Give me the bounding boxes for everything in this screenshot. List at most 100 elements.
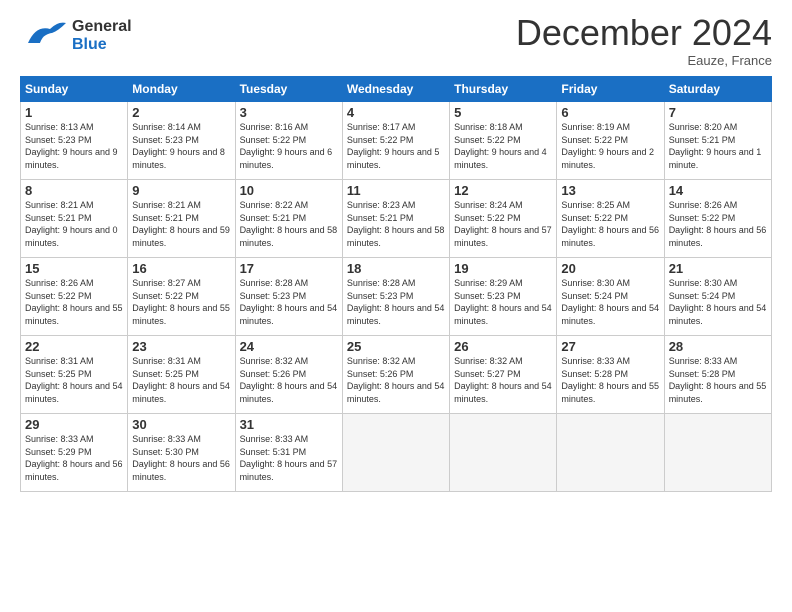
logo-general-text: General [72,18,132,36]
day-number: 14 [669,183,767,198]
day-16: 16 Sunrise: 8:27 AM Sunset: 5:22 PM Dayl… [128,258,235,336]
day-info: Sunrise: 8:13 AM Sunset: 5:23 PM Dayligh… [25,121,123,171]
weekday-header-row: Sunday Monday Tuesday Wednesday Thursday… [21,77,772,102]
day-info: Sunrise: 8:32 AM Sunset: 5:27 PM Dayligh… [454,355,552,405]
empty-cell [557,414,664,492]
header-wednesday: Wednesday [342,77,449,102]
day-number: 6 [561,105,659,120]
day-21: 21 Sunrise: 8:30 AM Sunset: 5:24 PM Dayl… [664,258,771,336]
day-number: 11 [347,183,445,198]
day-5: 5 Sunrise: 8:18 AM Sunset: 5:22 PM Dayli… [450,102,557,180]
page: General Blue December 2024 Eauze, France… [0,0,792,612]
day-info: Sunrise: 8:18 AM Sunset: 5:22 PM Dayligh… [454,121,552,171]
day-19: 19 Sunrise: 8:29 AM Sunset: 5:23 PM Dayl… [450,258,557,336]
day-info: Sunrise: 8:33 AM Sunset: 5:31 PM Dayligh… [240,433,338,483]
day-info: Sunrise: 8:19 AM Sunset: 5:22 PM Dayligh… [561,121,659,171]
day-info: Sunrise: 8:33 AM Sunset: 5:30 PM Dayligh… [132,433,230,483]
day-7: 7 Sunrise: 8:20 AM Sunset: 5:21 PM Dayli… [664,102,771,180]
calendar: Sunday Monday Tuesday Wednesday Thursday… [20,76,772,492]
day-9: 9 Sunrise: 8:21 AM Sunset: 5:21 PM Dayli… [128,180,235,258]
day-number: 9 [132,183,230,198]
day-number: 25 [347,339,445,354]
day-info: Sunrise: 8:26 AM Sunset: 5:22 PM Dayligh… [25,277,123,327]
week-row-5: 29 Sunrise: 8:33 AM Sunset: 5:29 PM Dayl… [21,414,772,492]
day-18: 18 Sunrise: 8:28 AM Sunset: 5:23 PM Dayl… [342,258,449,336]
day-15: 15 Sunrise: 8:26 AM Sunset: 5:22 PM Dayl… [21,258,128,336]
week-row-1: 1 Sunrise: 8:13 AM Sunset: 5:23 PM Dayli… [21,102,772,180]
day-info: Sunrise: 8:30 AM Sunset: 5:24 PM Dayligh… [561,277,659,327]
day-27: 27 Sunrise: 8:33 AM Sunset: 5:28 PM Dayl… [557,336,664,414]
day-number: 4 [347,105,445,120]
day-number: 20 [561,261,659,276]
day-info: Sunrise: 8:28 AM Sunset: 5:23 PM Dayligh… [347,277,445,327]
day-number: 17 [240,261,338,276]
header-sunday: Sunday [21,77,128,102]
header-monday: Monday [128,77,235,102]
day-number: 18 [347,261,445,276]
day-number: 5 [454,105,552,120]
day-info: Sunrise: 8:33 AM Sunset: 5:28 PM Dayligh… [561,355,659,405]
day-info: Sunrise: 8:33 AM Sunset: 5:29 PM Dayligh… [25,433,123,483]
day-number: 29 [25,417,123,432]
day-31: 31 Sunrise: 8:33 AM Sunset: 5:31 PM Dayl… [235,414,342,492]
day-11: 11 Sunrise: 8:23 AM Sunset: 5:21 PM Dayl… [342,180,449,258]
day-info: Sunrise: 8:21 AM Sunset: 5:21 PM Dayligh… [132,199,230,249]
header: General Blue December 2024 Eauze, France [20,15,772,68]
day-number: 8 [25,183,123,198]
day-info: Sunrise: 8:20 AM Sunset: 5:21 PM Dayligh… [669,121,767,171]
day-info: Sunrise: 8:32 AM Sunset: 5:26 PM Dayligh… [240,355,338,405]
day-3: 3 Sunrise: 8:16 AM Sunset: 5:22 PM Dayli… [235,102,342,180]
logo-bird-icon [20,15,68,56]
day-number: 7 [669,105,767,120]
day-number: 3 [240,105,338,120]
title-block: December 2024 Eauze, France [516,15,772,68]
day-info: Sunrise: 8:32 AM Sunset: 5:26 PM Dayligh… [347,355,445,405]
day-10: 10 Sunrise: 8:22 AM Sunset: 5:21 PM Dayl… [235,180,342,258]
day-info: Sunrise: 8:14 AM Sunset: 5:23 PM Dayligh… [132,121,230,171]
day-number: 30 [132,417,230,432]
day-2: 2 Sunrise: 8:14 AM Sunset: 5:23 PM Dayli… [128,102,235,180]
empty-cell [342,414,449,492]
day-22: 22 Sunrise: 8:31 AM Sunset: 5:25 PM Dayl… [21,336,128,414]
day-4: 4 Sunrise: 8:17 AM Sunset: 5:22 PM Dayli… [342,102,449,180]
day-12: 12 Sunrise: 8:24 AM Sunset: 5:22 PM Dayl… [450,180,557,258]
logo-blue-text: Blue [72,36,132,54]
month-title: December 2024 [516,15,772,51]
day-number: 28 [669,339,767,354]
day-28: 28 Sunrise: 8:33 AM Sunset: 5:28 PM Dayl… [664,336,771,414]
day-24: 24 Sunrise: 8:32 AM Sunset: 5:26 PM Dayl… [235,336,342,414]
day-info: Sunrise: 8:21 AM Sunset: 5:21 PM Dayligh… [25,199,123,249]
day-26: 26 Sunrise: 8:32 AM Sunset: 5:27 PM Dayl… [450,336,557,414]
day-25: 25 Sunrise: 8:32 AM Sunset: 5:26 PM Dayl… [342,336,449,414]
day-number: 23 [132,339,230,354]
day-info: Sunrise: 8:22 AM Sunset: 5:21 PM Dayligh… [240,199,338,249]
day-29: 29 Sunrise: 8:33 AM Sunset: 5:29 PM Dayl… [21,414,128,492]
day-30: 30 Sunrise: 8:33 AM Sunset: 5:30 PM Dayl… [128,414,235,492]
location: Eauze, France [516,53,772,68]
day-info: Sunrise: 8:26 AM Sunset: 5:22 PM Dayligh… [669,199,767,249]
header-thursday: Thursday [450,77,557,102]
day-8: 8 Sunrise: 8:21 AM Sunset: 5:21 PM Dayli… [21,180,128,258]
day-number: 22 [25,339,123,354]
day-info: Sunrise: 8:23 AM Sunset: 5:21 PM Dayligh… [347,199,445,249]
day-info: Sunrise: 8:31 AM Sunset: 5:25 PM Dayligh… [25,355,123,405]
day-info: Sunrise: 8:16 AM Sunset: 5:22 PM Dayligh… [240,121,338,171]
day-number: 1 [25,105,123,120]
empty-cell [664,414,771,492]
day-info: Sunrise: 8:30 AM Sunset: 5:24 PM Dayligh… [669,277,767,327]
day-number: 26 [454,339,552,354]
day-number: 31 [240,417,338,432]
day-info: Sunrise: 8:28 AM Sunset: 5:23 PM Dayligh… [240,277,338,327]
day-info: Sunrise: 8:25 AM Sunset: 5:22 PM Dayligh… [561,199,659,249]
day-number: 16 [132,261,230,276]
logo-name: General Blue [72,18,132,53]
day-23: 23 Sunrise: 8:31 AM Sunset: 5:25 PM Dayl… [128,336,235,414]
day-number: 24 [240,339,338,354]
day-number: 2 [132,105,230,120]
week-row-3: 15 Sunrise: 8:26 AM Sunset: 5:22 PM Dayl… [21,258,772,336]
day-info: Sunrise: 8:33 AM Sunset: 5:28 PM Dayligh… [669,355,767,405]
day-number: 13 [561,183,659,198]
day-20: 20 Sunrise: 8:30 AM Sunset: 5:24 PM Dayl… [557,258,664,336]
day-1: 1 Sunrise: 8:13 AM Sunset: 5:23 PM Dayli… [21,102,128,180]
day-number: 19 [454,261,552,276]
